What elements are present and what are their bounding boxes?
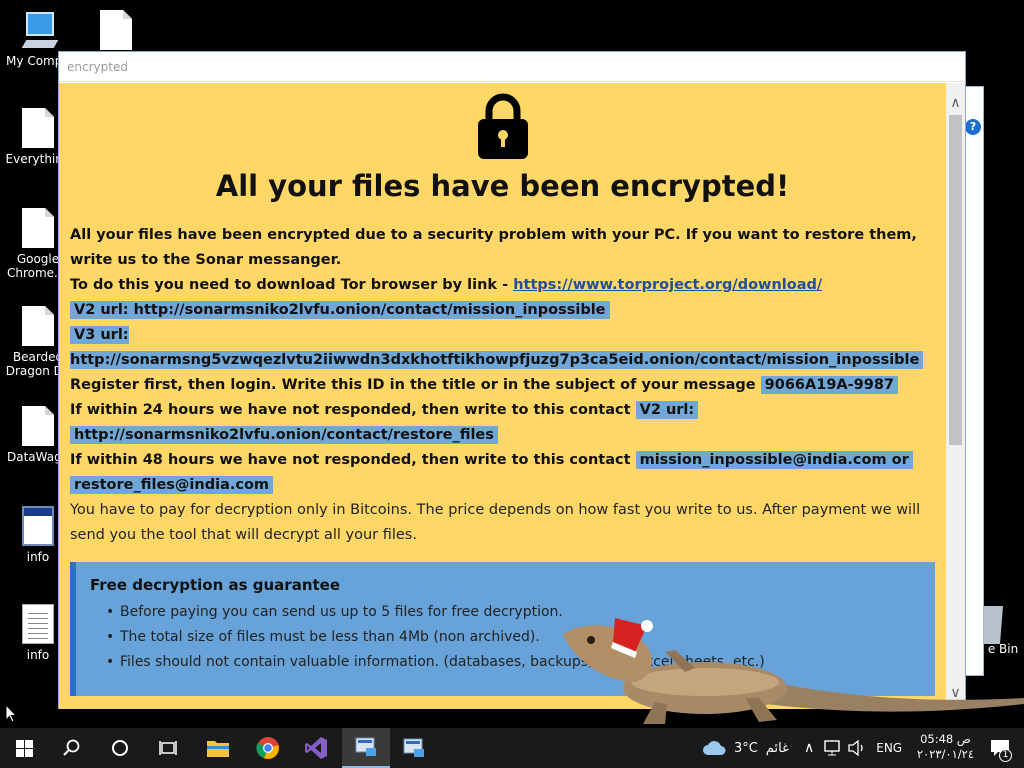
contact-24h-line: If within 24 hours we have not responded…	[70, 398, 935, 448]
language-indicator[interactable]: ENG	[876, 741, 902, 755]
file-icon	[22, 208, 54, 248]
computer-icon	[21, 10, 59, 50]
mouse-cursor-icon	[5, 704, 17, 723]
chevron-up-icon[interactable]: ∧	[804, 740, 814, 756]
weather-text: غائم	[765, 740, 789, 756]
scroll-up-icon[interactable]: ∧	[946, 93, 965, 113]
guarantee-title: Free decryption as guarantee	[90, 576, 341, 594]
chrome-icon	[256, 737, 279, 760]
system-tray: ∧ ENG	[804, 728, 902, 768]
taskbar: 3°C غائم ∧ ENG 05:48 ص ٢٠٢٣/٠١/٢٤ 1	[0, 728, 1024, 768]
notification-badge: 1	[999, 749, 1012, 762]
register-line: Register first, then login. Write this I…	[70, 373, 935, 398]
victim-id[interactable]: 9066A19A-9987	[760, 376, 899, 394]
weather-temp: 3°C	[734, 740, 758, 756]
contact-48h-email-a[interactable]: mission_inpossible@india.com or	[635, 451, 913, 469]
clock[interactable]: 05:48 ص ٢٠٢٣/٠١/٢٤	[917, 732, 974, 762]
contact-48h-line: If within 48 hours we have not responded…	[70, 448, 935, 498]
desktop-icon-label: info	[26, 550, 50, 564]
windows-logo-icon	[15, 739, 33, 757]
notification-center-button[interactable]: 1	[976, 728, 1024, 768]
cloud-icon	[703, 741, 726, 755]
visual-studio-button[interactable]	[292, 728, 340, 768]
contact-24h-text: If within 24 hours we have not responded…	[70, 402, 636, 418]
start-button[interactable]	[0, 728, 48, 768]
window-title: encrypted	[67, 60, 128, 74]
tor-instructions: To do this you need to download Tor brow…	[70, 273, 935, 298]
task-view-icon	[159, 741, 177, 755]
intro-text: All your files have been encrypted due t…	[70, 227, 917, 268]
file-icon	[100, 10, 132, 50]
payment-text: You have to pay for decryption only in B…	[70, 502, 921, 543]
bearded-dragon-image	[563, 618, 1024, 724]
cortana-button[interactable]	[96, 728, 144, 768]
v3-url[interactable]: V3 url: http://sonarmsng5vzwqezlvtu2iiww…	[70, 326, 924, 369]
file-explorer-icon	[207, 741, 229, 757]
v3-url-line: V3 url: http://sonarmsng5vzwqezlvtu2iiww…	[70, 323, 935, 373]
help-icon[interactable]: ?	[965, 119, 981, 135]
installer-button-1[interactable]	[342, 728, 390, 768]
v2-url-line: V2 url: http://sonarmsniko2lvfu.onion/co…	[70, 298, 935, 323]
contact-24h-url[interactable]: http://sonarmsniko2lvfu.onion/contact/re…	[70, 426, 498, 444]
contact-24h-label[interactable]: V2 url:	[635, 401, 699, 419]
installer-icon	[403, 738, 424, 757]
installer-icon	[355, 737, 376, 756]
desktop-icon-file[interactable]	[78, 10, 154, 54]
scrollbar-thumb[interactable]	[949, 115, 962, 445]
search-button[interactable]	[48, 728, 96, 768]
installer-button-2[interactable]	[390, 728, 438, 768]
tor-download-link[interactable]: https://www.torproject.org/download/	[513, 277, 822, 293]
chrome-button[interactable]	[244, 728, 292, 768]
weather-widget[interactable]: 3°C غائم	[702, 728, 789, 768]
window-icon	[22, 506, 54, 546]
volume-icon[interactable]	[848, 740, 866, 756]
cortana-icon	[112, 740, 128, 756]
visual-studio-icon	[305, 737, 327, 759]
window-title-bar[interactable]: encrypted	[59, 52, 965, 82]
lock-icon	[477, 93, 528, 159]
task-view-button[interactable]	[144, 728, 192, 768]
contact-48h-text: If within 48 hours we have not responded…	[70, 452, 636, 468]
file-icon	[22, 406, 54, 446]
desktop-icon-label: info	[26, 648, 50, 662]
file-explorer-button[interactable]	[194, 728, 242, 768]
ransom-note-window: encrypted All your files have been encry…	[58, 51, 966, 709]
v2-url[interactable]: V2 url: http://sonarmsniko2lvfu.onion/co…	[70, 301, 610, 319]
search-icon	[63, 739, 80, 756]
contact-48h-email-b[interactable]: restore_files@india.com	[70, 476, 274, 494]
text-file-icon	[22, 604, 54, 644]
file-icon	[22, 306, 54, 346]
clock-time: 05:48 ص	[920, 732, 971, 746]
clock-date: ٢٠٢٣/٠١/٢٤	[916, 747, 974, 761]
file-icon	[22, 108, 54, 148]
register-text: Register first, then login. Write this I…	[70, 377, 761, 393]
tor-prefix: To do this you need to download Tor brow…	[70, 277, 514, 293]
page-title: All your files have been encrypted!	[215, 169, 790, 203]
network-icon[interactable]	[824, 740, 842, 756]
